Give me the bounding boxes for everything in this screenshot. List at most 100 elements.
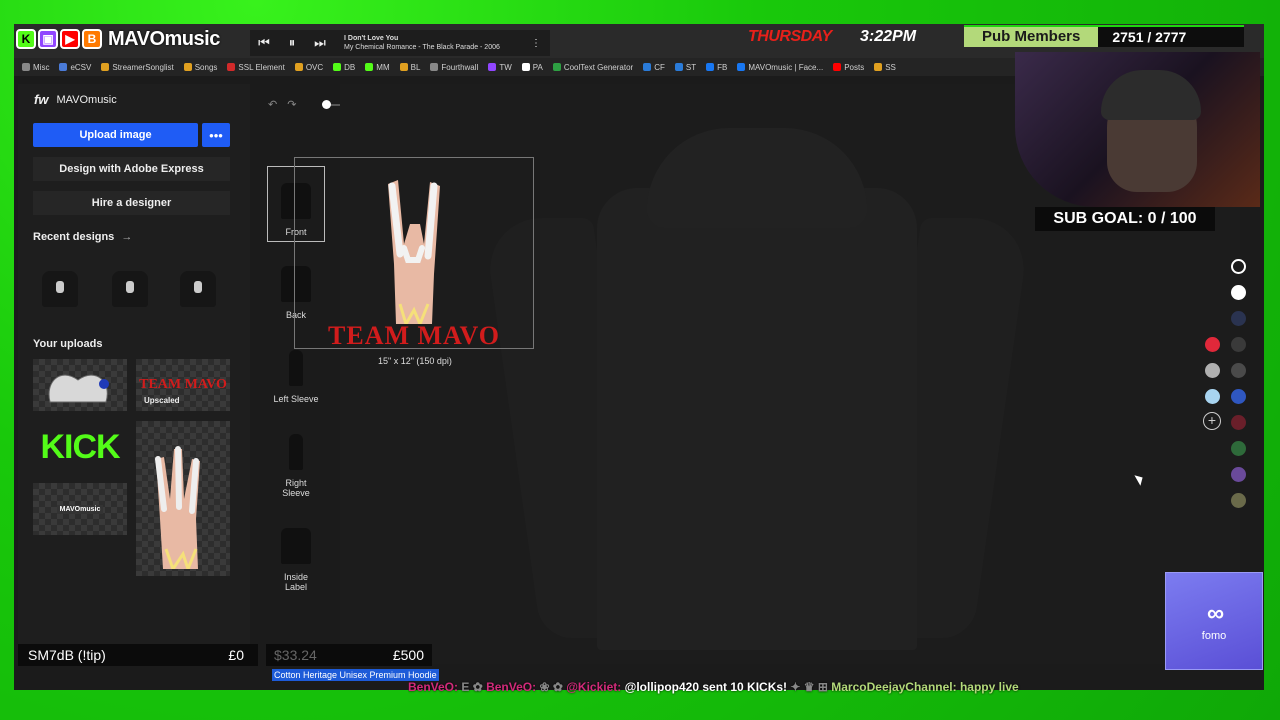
bookmark-item[interactable]: FB	[706, 63, 727, 72]
store-brand: fw MAVOmusic	[34, 92, 117, 107]
color-swatch[interactable]	[1231, 337, 1246, 352]
color-swatch[interactable]	[1231, 389, 1246, 404]
recent-designs-link[interactable]: Recent designs →	[33, 231, 132, 243]
bookmark-label: StreamerSonglist	[112, 62, 174, 72]
view-label: Inside Label	[283, 572, 309, 592]
track-artist: My Chemical Romance - The Black Parade -…	[344, 44, 500, 51]
channel-name: MAVOmusic	[108, 27, 220, 50]
pub-members-label: Pub Members	[964, 27, 1099, 47]
bookmark-item[interactable]: Fourthwall	[430, 63, 478, 72]
bookmark-item[interactable]: ST	[674, 62, 697, 72]
bookmark-label: FB	[717, 62, 728, 72]
add-color-icon[interactable]: +	[1203, 412, 1221, 430]
bookmark-favicon-icon	[737, 63, 746, 71]
view-inside-label[interactable]: Inside Label	[267, 510, 325, 596]
tip-goal-current: $33.24	[274, 647, 317, 663]
color-swatch[interactable]	[1231, 311, 1246, 326]
bookmark-item[interactable]: SS	[874, 63, 896, 72]
time-label: 3:22PM	[860, 28, 917, 45]
fomo-logo-icon: ∞	[1206, 600, 1224, 627]
color-swatch[interactable]	[1231, 493, 1246, 508]
bookmark-label: eCSV	[70, 62, 92, 72]
color-swatch[interactable]	[1205, 337, 1220, 352]
bandcamp-logo-icon: B	[82, 29, 102, 49]
color-swatch[interactable]	[1231, 441, 1246, 456]
bookmark-item[interactable]: StreamerSonglist	[101, 62, 174, 72]
bookmark-label: SS	[885, 62, 896, 72]
bookmark-item[interactable]: MM	[365, 63, 390, 72]
bookmark-favicon-icon	[488, 63, 497, 71]
adobe-express-button[interactable]: Design with Adobe Express	[33, 157, 230, 181]
bookmark-favicon-icon	[22, 63, 30, 71]
previous-track-icon[interactable]: ⏮	[250, 35, 278, 51]
fourthwall-logo-icon: fw	[34, 92, 49, 107]
youtube-logo-icon: ▶	[60, 29, 80, 49]
bookmark-favicon-icon	[643, 63, 652, 71]
hire-designer-button[interactable]: Hire a designer	[33, 191, 230, 215]
color-swatch[interactable]	[1231, 467, 1246, 482]
bookmark-item[interactable]: MAVOmusic | Face...	[737, 63, 823, 72]
upload-skeleton-hand-image[interactable]	[136, 421, 230, 576]
upload-mavomusic-logo[interactable]: MAVOmusic	[33, 483, 127, 535]
recent-design-thumb[interactable]	[100, 266, 160, 312]
bookmark-label: CF	[654, 62, 665, 72]
color-swatch[interactable]	[1205, 389, 1220, 404]
bookmark-favicon-icon	[183, 63, 192, 71]
bookmark-item[interactable]: eCSV	[59, 63, 91, 72]
recent-design-thumb[interactable]	[168, 266, 228, 312]
bookmark-favicon-icon	[674, 63, 683, 71]
team-mavo-text: TEAM MAVO	[139, 377, 227, 392]
bookmark-item[interactable]: DB	[333, 63, 355, 72]
bookmark-favicon-icon	[521, 63, 530, 71]
kick-text: KICK	[40, 427, 120, 466]
bookmark-favicon-icon	[227, 63, 236, 71]
right-sleeve-thumbnail	[289, 434, 303, 470]
kick-logo-icon: K	[16, 29, 36, 49]
bookmark-item[interactable]: BL	[399, 63, 420, 72]
bookmark-item[interactable]: SSL Element	[227, 62, 285, 72]
bookmark-label: CoolText Generator	[563, 62, 634, 72]
recent-design-thumb[interactable]	[30, 266, 90, 312]
bookmark-item[interactable]: TW	[488, 63, 512, 72]
bookmark-label: ST	[685, 62, 697, 72]
bookmark-item[interactable]: Posts	[833, 63, 864, 72]
print-area[interactable]: TEAM MAVO	[294, 157, 534, 349]
bookmark-item[interactable]: CF	[643, 63, 665, 72]
upload-image-button[interactable]: Upload image	[33, 123, 198, 147]
upload-team-mavo-image[interactable]: TEAM MAVO Upscaled	[136, 359, 230, 411]
more-options-button[interactable]: •••	[202, 123, 230, 147]
chat-ticker: BenVeO: E ✿ BenVeO: ❀ ✿ @Kickiet: @lolli…	[408, 680, 1019, 694]
print-size-label: 15" x 12" (150 dpi)	[378, 356, 452, 366]
arrow-right-icon: →	[121, 231, 133, 243]
player-menu-icon[interactable]: ⋮	[522, 38, 550, 49]
bookmark-item[interactable]: Misc	[22, 63, 49, 72]
webcam-feed	[1015, 52, 1260, 207]
bookmark-label: OVC	[305, 62, 324, 72]
hoodie-hood	[647, 128, 867, 228]
color-swatch[interactable]	[1231, 259, 1246, 274]
pub-members-bar: Pub Members 2751 / 2777	[964, 25, 1244, 47]
bookmark-favicon-icon	[430, 63, 439, 71]
tip-label: SM7dB (!tip)	[28, 647, 106, 663]
bookmark-item[interactable]: CoolText Generator	[552, 62, 634, 72]
view-right-sleeve[interactable]: Right Sleeve	[267, 416, 325, 502]
color-swatch[interactable]	[1231, 285, 1246, 300]
color-swatch[interactable]	[1231, 415, 1246, 430]
bookmark-item[interactable]: PA	[521, 63, 543, 72]
fomo-widget: ∞ fomo	[1165, 572, 1263, 670]
upscaled-badge: Upscaled	[144, 396, 180, 405]
upload-kick-image[interactable]: KICK	[33, 421, 127, 473]
bookmark-item[interactable]: OVC	[294, 62, 324, 72]
bookmark-label: SSL Element	[238, 62, 285, 72]
bookmark-label: Posts	[844, 62, 865, 72]
bookmark-label: MAVOmusic | Face...	[748, 62, 824, 72]
color-swatch[interactable]	[1231, 363, 1246, 378]
bookmark-item[interactable]: Songs	[183, 63, 217, 72]
color-swatch[interactable]	[1205, 363, 1220, 378]
next-track-icon[interactable]: ⏭	[306, 35, 334, 51]
pause-icon[interactable]: ⏸	[278, 35, 306, 51]
hoodie-thumbnail-icon	[112, 271, 148, 307]
music-player: ⏮ ⏸ ⏭ I Don't Love You My Chemical Roman…	[250, 30, 550, 56]
upload-hands-image[interactable]	[33, 359, 127, 411]
bookmark-label: Fourthwall	[441, 62, 479, 72]
